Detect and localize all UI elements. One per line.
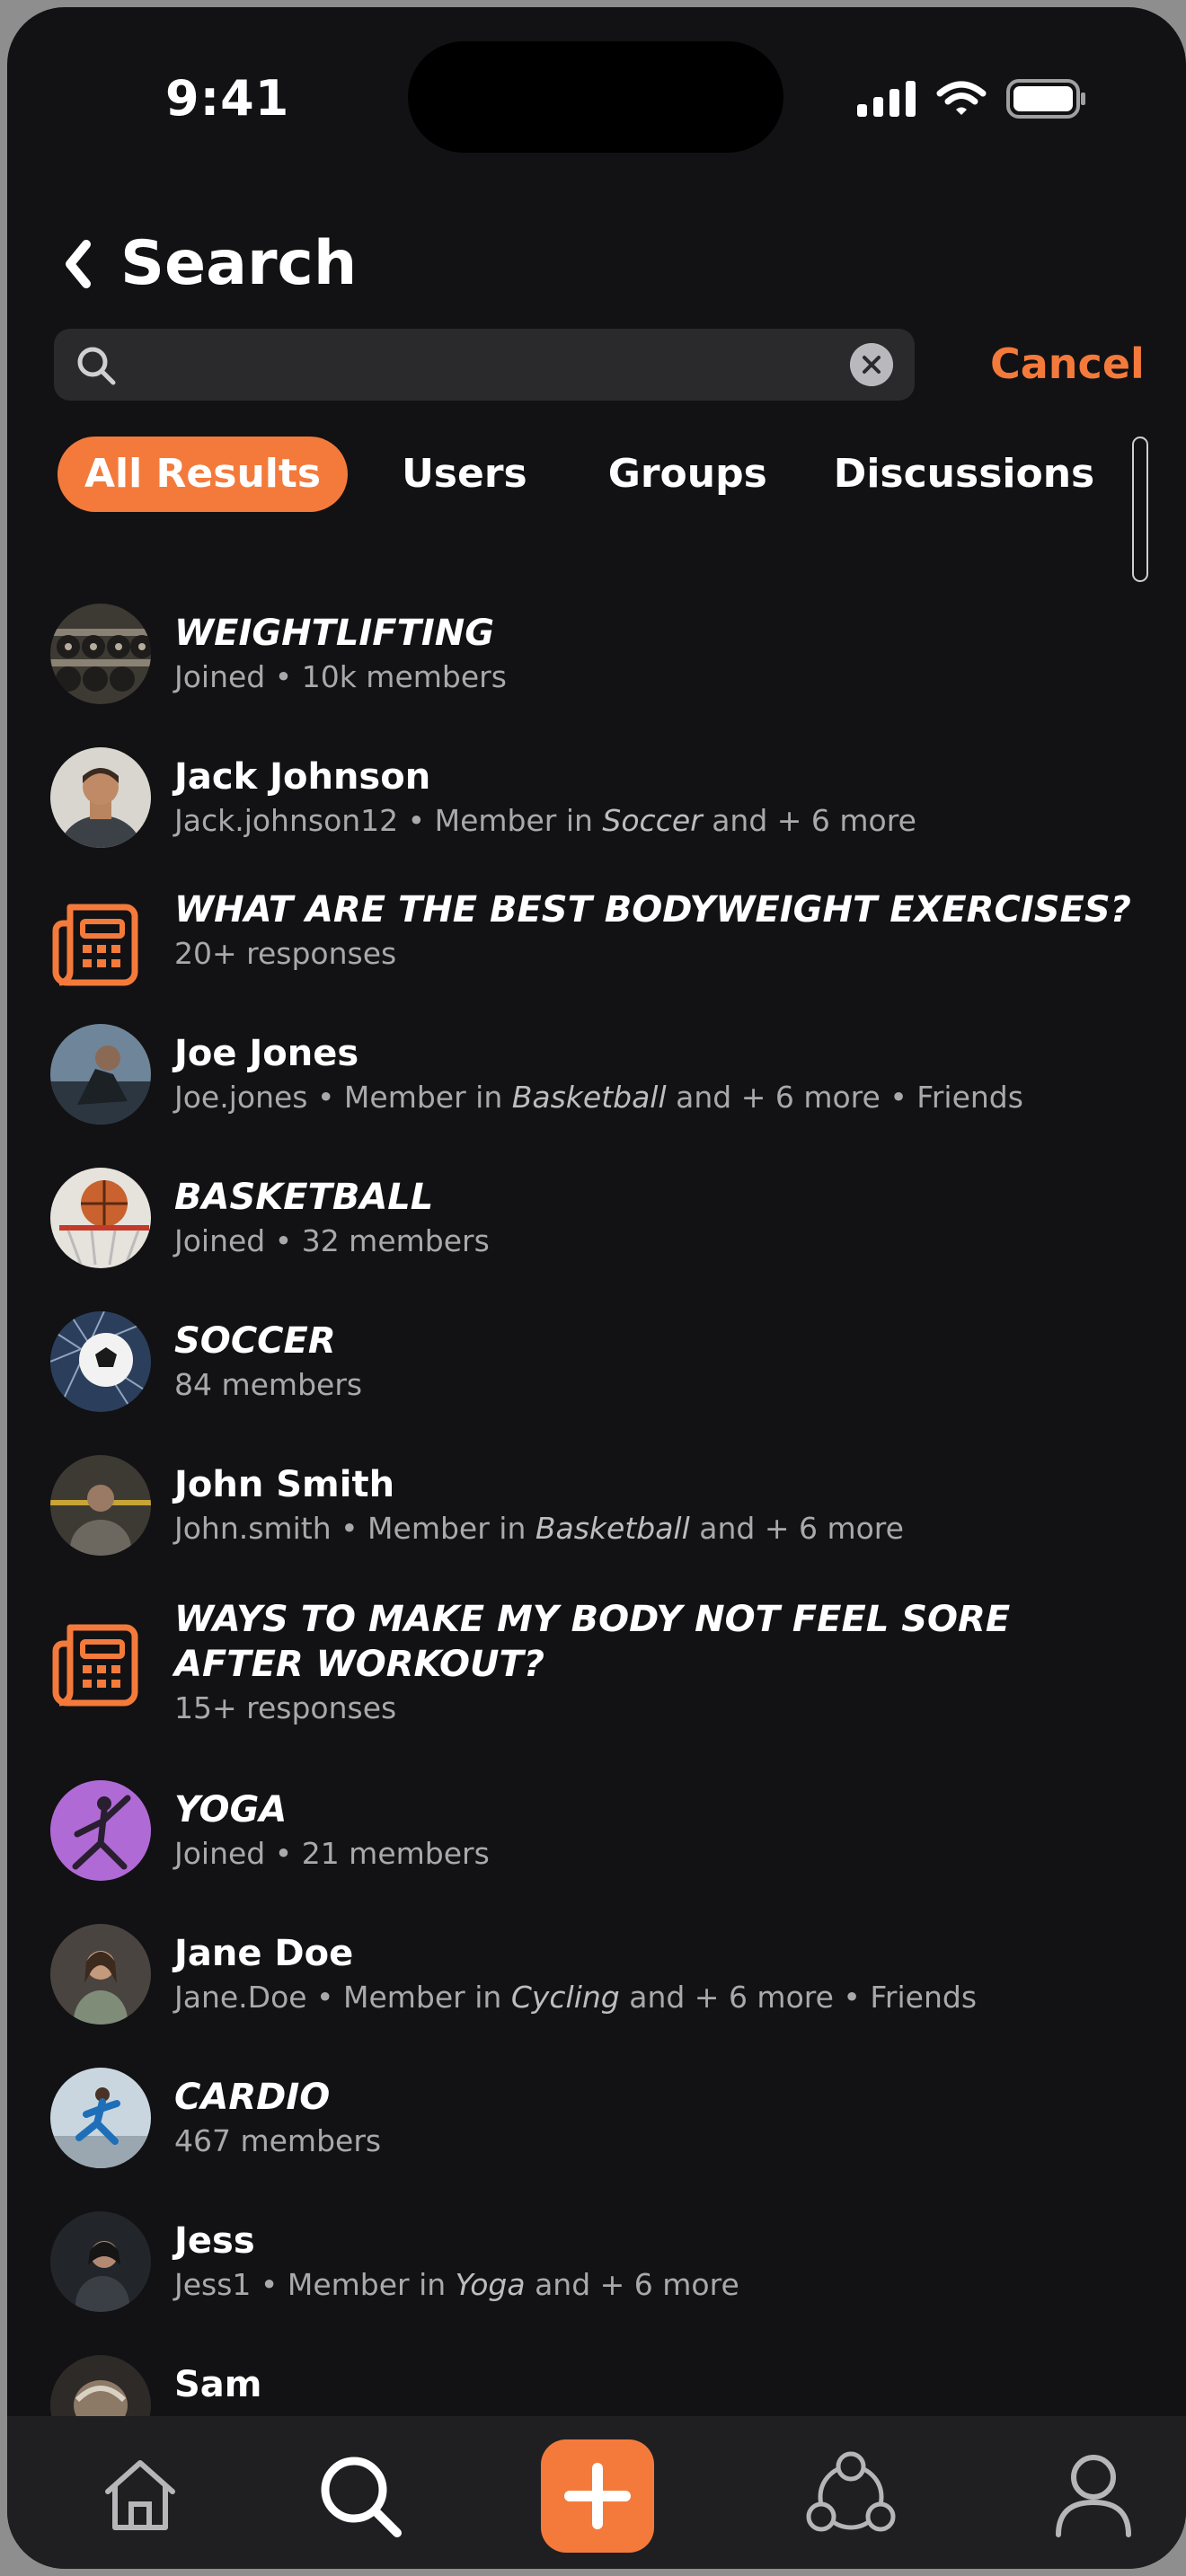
group-reference: Basketball	[511, 1080, 667, 1115]
search-bar[interactable]	[54, 329, 915, 401]
list-item-text: BASKETBALL Joined • 32 members	[174, 1175, 1150, 1261]
group-avatar	[50, 1311, 151, 1412]
tab-discussions[interactable]: Discussions	[834, 437, 1094, 512]
list-item-text: YOGA Joined • 21 members	[174, 1787, 1150, 1874]
list-item-text: SOCCER 84 members	[174, 1319, 1150, 1405]
list-item-text: WAYS TO MAKE MY BODY NOT FEEL SORE AFTER…	[174, 1597, 1073, 1728]
user-meta: Joe.jones • Member in Basketball and + 6…	[174, 1078, 1150, 1117]
user-handle: Jess1 • Member in	[174, 2267, 456, 2302]
group-name: WEIGHTLIFTING	[174, 613, 495, 654]
tabs-scrollbar[interactable]	[1132, 437, 1148, 582]
discussion-icon	[52, 904, 138, 986]
cancel-button[interactable]: Cancel	[990, 340, 1145, 388]
user-name: Jess	[174, 2220, 255, 2262]
community-icon[interactable]	[801, 2450, 900, 2544]
user-name: Jane Doe	[174, 1933, 354, 1974]
tab-users[interactable]: Users	[402, 437, 527, 512]
user-handle: Jack.johnson12 • Member in	[174, 803, 603, 838]
user-avatar	[50, 2355, 151, 2416]
discussion-icon	[52, 1624, 138, 1707]
results-list: WEIGHTLIFTING Joined • 10k members Jack …	[7, 591, 1186, 2416]
clear-search-icon[interactable]	[850, 343, 893, 386]
phone-screen: 9:41 Search Cancel All Results Users Gro…	[7, 7, 1186, 2569]
tab-all-results[interactable]: All Results	[58, 437, 349, 512]
group-reference: Cycling	[510, 1980, 620, 2015]
user-name: Sam	[174, 2364, 262, 2405]
status-icons	[857, 79, 1087, 119]
user-avatar	[50, 1924, 151, 2025]
list-item-text: Sam	[174, 2362, 1150, 2407]
user-meta: Jess1 • Member in Yoga and + 6 more	[174, 2265, 1150, 2305]
home-icon[interactable]	[101, 2456, 180, 2535]
list-item-text: Jane Doe Jane.Doe • Member in Cycling an…	[174, 1931, 1150, 2017]
battery-icon	[1006, 79, 1085, 119]
user-meta: John.smith • Member in Basketball and + …	[174, 1509, 1150, 1548]
group-reference: Yoga	[455, 2267, 526, 2302]
group-meta: 84 members	[174, 1367, 363, 1402]
group-reference: Soccer	[602, 803, 703, 838]
user-handle: John.smith • Member in	[174, 1511, 535, 1546]
user-handle: Joe.jones • Member in	[174, 1080, 512, 1115]
group-avatar	[50, 1780, 151, 1881]
user-meta: Jack.johnson12 • Member in Soccer and + …	[174, 801, 1150, 841]
group-avatar	[50, 604, 151, 704]
list-item-text: Jack Johnson Jack.johnson12 • Member in …	[174, 754, 1150, 841]
user-avatar	[50, 1024, 151, 1125]
discussion-title: WAYS TO MAKE MY BODY NOT FEEL SORE AFTER…	[174, 1599, 1011, 1685]
discussion-meta: 15+ responses	[174, 1690, 397, 1725]
search-input[interactable]	[135, 338, 839, 393]
search-icon	[77, 347, 116, 385]
group-meta: Joined • 32 members	[174, 1223, 490, 1258]
user-name: John Smith	[174, 1464, 395, 1505]
signal-icon	[857, 81, 916, 117]
list-item-text: John Smith John.smith • Member in Basket…	[174, 1462, 1150, 1548]
user-handle: Jane.Doe • Member in	[174, 1980, 511, 2015]
list-item-text: WHAT ARE THE BEST BODYWEIGHT EXERCISES? …	[174, 887, 1150, 974]
more-groups: and + 6 more	[689, 1511, 904, 1546]
list-item-text: Joe Jones Joe.jones • Member in Basketba…	[174, 1031, 1150, 1117]
list-item-text: CARDIO 467 members	[174, 2075, 1150, 2161]
more-groups: and + 6 more	[525, 2267, 739, 2302]
group-avatar	[50, 1168, 151, 1268]
bottom-tab-bar	[7, 2416, 1186, 2569]
search-nav-icon[interactable]	[316, 2452, 406, 2542]
discussion-title: WHAT ARE THE BEST BODYWEIGHT EXERCISES?	[174, 889, 1131, 931]
plus-icon	[564, 2463, 631, 2529]
user-avatar	[50, 2211, 151, 2312]
user-avatar	[50, 747, 151, 848]
wifi-icon	[936, 81, 987, 115]
group-meta: Joined • 10k members	[174, 659, 507, 694]
more-groups: and + 6 more • Friends	[666, 1080, 1023, 1115]
user-name: Joe Jones	[174, 1033, 359, 1074]
more-groups: and + 6 more	[702, 803, 916, 838]
group-meta: 467 members	[174, 2123, 382, 2158]
discussion-meta: 20+ responses	[174, 936, 397, 971]
list-item-text: WEIGHTLIFTING Joined • 10k members	[174, 611, 1150, 697]
create-button[interactable]	[541, 2439, 654, 2553]
group-meta: Joined • 21 members	[174, 1836, 490, 1871]
list-item-text: Jess Jess1 • Member in Yoga and + 6 more	[174, 2219, 1150, 2305]
dynamic-island	[408, 41, 783, 153]
status-time: 9:41	[165, 70, 290, 127]
group-avatar	[50, 2068, 151, 2168]
more-groups: and + 6 more • Friends	[619, 1980, 978, 2015]
user-meta: Jane.Doe • Member in Cycling and + 6 mor…	[174, 1978, 1150, 2017]
back-chevron-icon[interactable]	[61, 239, 93, 289]
group-name: CARDIO	[174, 2077, 331, 2118]
profile-icon[interactable]	[1053, 2452, 1134, 2538]
page-title: Search	[120, 228, 358, 299]
user-avatar	[50, 1455, 151, 1556]
tab-groups[interactable]: Groups	[608, 437, 767, 512]
group-reference: Basketball	[535, 1511, 690, 1546]
group-name: SOCCER	[174, 1320, 336, 1362]
user-name: Jack Johnson	[174, 756, 431, 798]
group-name: BASKETBALL	[174, 1177, 434, 1218]
result-tabs: All Results Users Groups Discussions	[58, 437, 1094, 512]
group-name: YOGA	[174, 1789, 288, 1831]
